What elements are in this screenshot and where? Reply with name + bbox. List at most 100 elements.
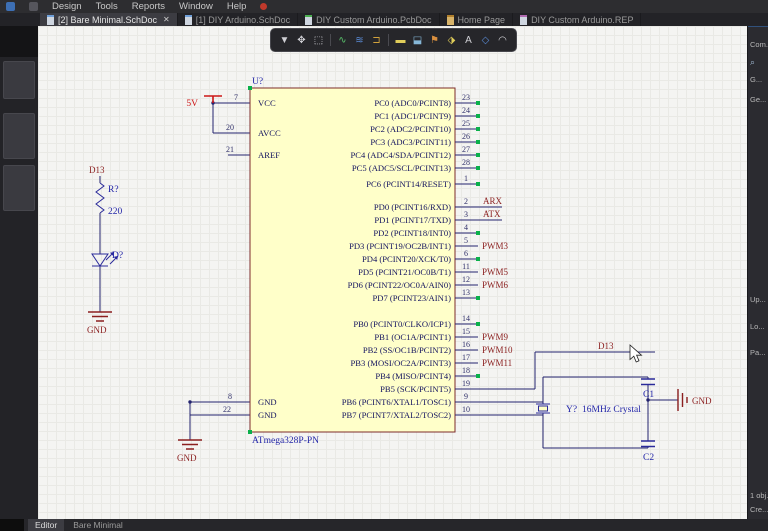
net-label-atx[interactable]: ATX [483,209,501,219]
filter-tool[interactable]: ▼ [277,33,292,48]
bus-tool[interactable]: ≋ [352,33,367,48]
led-d[interactable]: D? [92,251,123,266]
net-labels[interactable]: ARX ATX PWM3 PWM5 PWM6 PWM9 PWM10 PWM11 … [482,196,614,368]
pin-name: PB2 (SS/OC1B/PCINT2) [363,345,451,355]
gnd-symbol-chip[interactable]: GND [177,440,202,463]
pin-number: 12 [462,275,470,284]
menu-help[interactable]: Help [227,1,247,12]
tab-diy-arduino-sch[interactable]: [1] DIY Arduino.SchDoc [178,13,298,26]
pin-name: PD7 (PCINT23/AIN1) [372,293,451,303]
arc-tool[interactable]: ◠ [495,33,510,48]
net-label-pwm3[interactable]: PWM3 [482,241,509,251]
pin-name: PD4 (PCINT20/XCK/T0) [362,254,451,264]
net-label-pwm5[interactable]: PWM5 [482,267,509,277]
wire-crystal[interactable] [478,377,678,448]
editor-tab[interactable]: Editor [28,519,64,531]
altium-schematic-editor: { "menubar":{"items":["Design","Tools","… [0,0,768,531]
status-bar: Editor Bare Minimal [0,519,768,531]
pin-name: GND [258,397,277,407]
pin-number: 5 [464,236,468,245]
panel-row-update[interactable]: Up... [750,295,768,304]
resistor-r[interactable]: R? 220 [96,183,123,217]
net-label-pwm11[interactable]: PWM11 [482,358,512,368]
wire-gnd-left[interactable] [190,402,250,440]
pin-name: PB3 (MOSI/OC2A/PCINT3) [350,358,451,368]
pin-name: PC3 (ADC3/PCINT11) [370,137,451,147]
select-tool[interactable]: ⬚ [311,33,326,48]
tab-close-icon[interactable]: ✕ [163,15,170,24]
status-red-icon [260,3,267,10]
net-label-d13-left[interactable]: D13 [89,165,105,175]
net-label-d13-right[interactable]: D13 [598,341,614,351]
tab-label: [1] DIY Arduino.SchDoc [196,15,290,25]
resistor-symbol [96,183,104,213]
panel-row-g[interactable]: G... [750,75,768,84]
component-atmega328p[interactable]: U? ATmega328P-PN VCC AVCC AREF GND GND 7… [223,77,478,446]
net-label-pwm9[interactable]: PWM9 [482,332,509,342]
schematic-canvas[interactable]: 5V D13 R? 220 D? GND [38,26,748,519]
pin-number: 28 [462,158,470,167]
gnd-bars-icon [178,440,202,449]
pcbdoc-icon [305,15,312,25]
app-icon[interactable] [6,2,15,11]
pin-name: PD3 (PCINT19/OC2B/INT1) [349,241,451,251]
tab-home-page[interactable]: Home Page [440,13,514,26]
text-tool[interactable]: A [461,33,476,48]
schematic-drawing[interactable]: 5V D13 R? 220 D? GND [38,26,748,519]
window-icon[interactable] [29,2,38,11]
status-corner-block [0,519,24,531]
component-crystal[interactable]: Y? 16MHz Crystal [536,404,641,415]
menu-reports[interactable]: Reports [132,1,165,12]
net-label-arx[interactable]: ARX [483,196,503,206]
pin-name: PB1 (OC1A/PCINT1) [374,332,451,342]
pin-number: 21 [226,145,234,154]
sheet-symbol-tool[interactable]: ⬓ [410,33,425,48]
chip-designator: U? [252,77,263,87]
component-c1[interactable]: C1 [641,379,655,400]
pin-name: PD1 (PCINT17/TXD) [374,215,451,225]
pin-name: PC0 (ADC0/PCINT8) [374,98,451,108]
pin-name: AVCC [258,128,281,138]
section-parameters[interactable]: Pa... [750,348,768,357]
panel-footer: Cre... [750,505,768,514]
pin-number: 1 [464,174,468,183]
section-location[interactable]: Lo... [750,322,768,331]
document-tab-bar: [2] Bare Minimal.SchDoc ✕ [1] DIY Arduin… [0,13,768,26]
collapsed-panel[interactable] [3,113,35,159]
tab-bare-minimal[interactable]: [2] Bare Minimal.SchDoc ✕ [40,13,178,26]
components-dropdown[interactable]: Com... [750,40,768,49]
component-c2[interactable]: C2 [641,441,655,463]
net-label-pwm10[interactable]: PWM10 [482,345,513,355]
pin-number: 22 [223,405,231,414]
wire-tool[interactable]: ∿ [335,33,350,48]
menu-tools[interactable]: Tools [96,1,118,12]
net-label-tool[interactable]: ⚑ [427,33,442,48]
pin-number: 7 [234,93,238,102]
gnd-symbol-crystal[interactable]: GND [678,389,712,411]
pin-name: PB6 (PCINT6/XTAL1/TOSC1) [342,397,451,407]
part-tool[interactable]: ▬ [393,33,408,48]
cap-designator: C1 [643,390,654,400]
section-general[interactable]: Ge... [750,95,768,104]
polygon-tool[interactable]: ◇ [478,33,493,48]
move-tool[interactable]: ✥ [294,33,309,48]
pin-name: PC4 (ADC4/SDA/PCINT12) [350,150,451,160]
pin-name: PC1 (ADC1/PCINT9) [374,111,451,121]
crystal-comment: 16MHz Crystal [582,405,641,415]
net-label-pwm6[interactable]: PWM6 [482,280,509,290]
gnd-symbol-led[interactable]: GND [87,312,112,335]
collapsed-panel[interactable] [3,165,35,211]
search-icon[interactable]: ⌕ [750,57,768,68]
menu-window[interactable]: Window [179,1,213,12]
pin-number: 24 [462,106,470,115]
pin-number: 18 [462,366,470,375]
menu-design[interactable]: Design [52,1,82,12]
signal-harness-tool[interactable]: ⊐ [369,33,384,48]
junction-dot [188,400,191,403]
tab-diy-arduino-pcb[interactable]: DIY Custom Arduino.PcbDoc [298,13,439,26]
pin-name: VCC [258,98,276,108]
port-tool[interactable]: ⬗ [444,33,459,48]
tab-report[interactable]: DIY Custom Arduino.REP [513,13,641,26]
pin-number: 13 [462,288,470,297]
collapsed-panel[interactable] [3,61,35,99]
